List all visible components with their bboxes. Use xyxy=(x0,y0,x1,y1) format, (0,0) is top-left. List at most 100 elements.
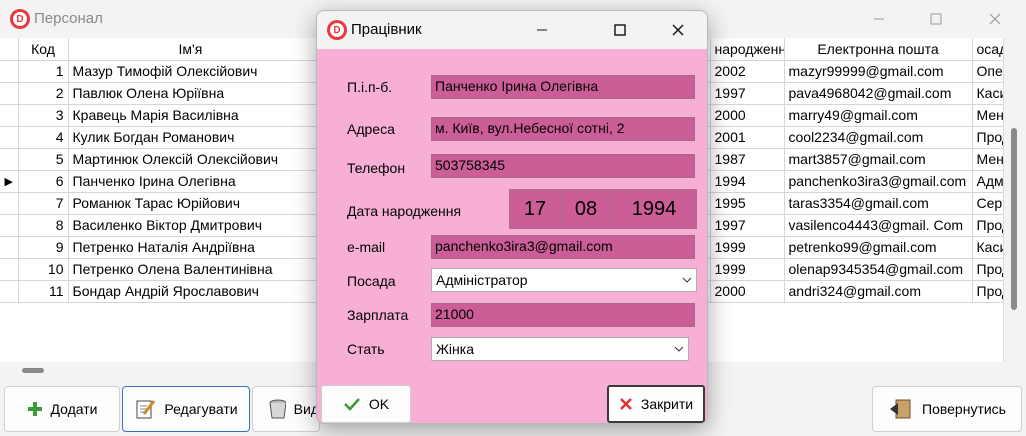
add-button[interactable]: Додати xyxy=(4,386,120,432)
cell-email[interactable]: mart3857@gmail.com xyxy=(784,148,973,171)
close-x-icon xyxy=(620,398,632,410)
cell-email[interactable]: mazyr99999@gmail.com xyxy=(784,60,973,83)
trash-bin-icon xyxy=(269,399,286,419)
cell-birth[interactable]: 2000 xyxy=(710,104,785,127)
cell-position[interactable]: Каси xyxy=(972,236,1003,259)
cell-position[interactable]: Серв xyxy=(972,192,1003,215)
cell-position[interactable]: Адмі xyxy=(972,170,1003,193)
position-select[interactable]: Адміністратор xyxy=(431,268,697,292)
vertical-scroll-thumb[interactable] xyxy=(1011,128,1017,310)
dialog-close-button[interactable] xyxy=(655,15,701,45)
exit-door-icon xyxy=(890,399,911,419)
edit-button[interactable]: Редагувати xyxy=(122,386,250,432)
row-indicator[interactable] xyxy=(0,214,19,237)
column-header-code[interactable]: Код xyxy=(18,38,69,61)
row-indicator[interactable] xyxy=(0,126,19,149)
row-indicator[interactable] xyxy=(0,236,19,259)
cell-code[interactable]: 5 xyxy=(18,148,69,171)
cell-birth[interactable]: 2000 xyxy=(710,280,785,303)
dialog-title: Працівник xyxy=(351,21,422,38)
cell-code[interactable]: 3 xyxy=(18,104,69,127)
cell-email[interactable]: andri324@gmail.com xyxy=(784,280,973,303)
cell-position[interactable]: Опер xyxy=(972,60,1003,83)
column-header-birth[interactable]: народження xyxy=(710,38,785,61)
cell-birth[interactable]: 1994 xyxy=(710,170,785,193)
dialog-maximize-button[interactable] xyxy=(597,15,643,45)
column-header-email[interactable]: Електронна пошта xyxy=(784,38,973,61)
dialog-titlebar: D Працівник xyxy=(317,11,707,49)
fullname-field[interactable]: Панченко Ірина Олегівна xyxy=(431,75,695,99)
cell-code[interactable]: 6 xyxy=(18,170,69,193)
vertical-scrollbar[interactable] xyxy=(1006,38,1024,362)
checkmark-icon xyxy=(343,398,360,411)
dialog-minimize-button[interactable] xyxy=(519,15,565,45)
email-field[interactable]: panchenko3ira3@gmail.com xyxy=(431,235,695,259)
row-indicator[interactable] xyxy=(0,258,19,281)
row-indicator[interactable]: ▶ xyxy=(0,170,19,193)
cell-birth[interactable]: 1997 xyxy=(710,214,785,237)
cell-code[interactable]: 8 xyxy=(18,214,69,237)
close-window-button[interactable] xyxy=(972,4,1018,34)
cell-birth[interactable]: 1995 xyxy=(710,192,785,215)
ok-button-label: OK xyxy=(368,396,390,412)
cell-email[interactable]: cool2234@gmail.com xyxy=(784,126,973,149)
cell-position[interactable]: Прод xyxy=(972,126,1003,149)
maximize-button[interactable] xyxy=(913,4,959,34)
fullname-label: П.і.п-б. xyxy=(347,79,393,95)
phone-field[interactable]: 503758345 xyxy=(431,154,695,178)
cell-position[interactable]: Прод xyxy=(972,214,1003,237)
cell-position[interactable]: Мене xyxy=(972,148,1003,171)
salary-field[interactable]: 21000 xyxy=(431,303,695,327)
cell-code[interactable]: 4 xyxy=(18,126,69,149)
employee-dialog: D Працівник П.і.п-б. Панченко Ірина Олег… xyxy=(316,10,708,424)
address-field[interactable]: м. Київ, вул.Небесної сотні, 2 xyxy=(431,117,695,141)
cell-position[interactable]: Прод xyxy=(972,258,1003,281)
address-label: Адреса xyxy=(347,121,395,137)
cell-position[interactable]: Мене xyxy=(972,104,1003,127)
cell-position[interactable]: Прод xyxy=(972,280,1003,303)
row-indicator[interactable] xyxy=(0,60,19,83)
cell-email[interactable]: marry49@gmail.com xyxy=(784,104,973,127)
cell-email[interactable]: panchenko3ira3@gmail.com xyxy=(784,170,973,193)
row-indicator[interactable] xyxy=(0,192,19,215)
gender-select[interactable]: Жінка xyxy=(431,337,689,361)
position-label: Посада xyxy=(347,273,396,289)
cell-email[interactable]: olenap9345354@gmail.com xyxy=(784,258,973,281)
cell-birth[interactable]: 2001 xyxy=(710,126,785,149)
cell-code[interactable]: 9 xyxy=(18,236,69,259)
cell-code[interactable]: 10 xyxy=(18,258,69,281)
cell-email[interactable]: vasilenco4443@gmail. Com xyxy=(784,214,973,237)
row-indicator[interactable] xyxy=(0,104,19,127)
cell-birth[interactable]: 1987 xyxy=(710,148,785,171)
plus-icon xyxy=(27,402,42,416)
app-logo-icon: D xyxy=(10,9,30,29)
row-indicator[interactable] xyxy=(0,148,19,171)
dialog-app-icon: D xyxy=(327,20,347,40)
birth-year-field[interactable]: 1994 xyxy=(611,189,697,229)
cell-code[interactable]: 1 xyxy=(18,60,69,83)
back-button[interactable]: Повернутись xyxy=(872,386,1022,432)
chevron-down-icon xyxy=(682,277,692,283)
cell-birth[interactable]: 1997 xyxy=(710,82,785,105)
horizontal-scroll-thumb[interactable] xyxy=(22,368,44,373)
birth-day-field[interactable]: 17 xyxy=(509,189,561,229)
cell-birth[interactable]: 1999 xyxy=(710,258,785,281)
cell-position[interactable]: Каси xyxy=(972,82,1003,105)
delete-button[interactable]: Вид xyxy=(252,386,320,432)
cell-code[interactable]: 2 xyxy=(18,82,69,105)
cell-birth[interactable]: 1999 xyxy=(710,236,785,259)
row-indicator[interactable] xyxy=(0,280,19,303)
cell-code[interactable]: 7 xyxy=(18,192,69,215)
birth-month-field[interactable]: 08 xyxy=(560,189,612,229)
cell-email[interactable]: petrenko99@gmail.com xyxy=(784,236,973,259)
close-dialog-button[interactable]: Закрити xyxy=(607,385,705,423)
row-indicator[interactable] xyxy=(0,82,19,105)
cell-email[interactable]: taras3354@gmail.com xyxy=(784,192,973,215)
cell-code[interactable]: 11 xyxy=(18,280,69,303)
ok-button[interactable]: OK xyxy=(321,385,411,423)
column-header-position[interactable]: осада xyxy=(972,38,1003,61)
cell-birth[interactable]: 2002 xyxy=(710,60,785,83)
minimize-button[interactable] xyxy=(856,4,902,34)
cell-email[interactable]: pava4968042@gmail.com xyxy=(784,82,973,105)
salary-label: Зарплата xyxy=(347,307,409,323)
